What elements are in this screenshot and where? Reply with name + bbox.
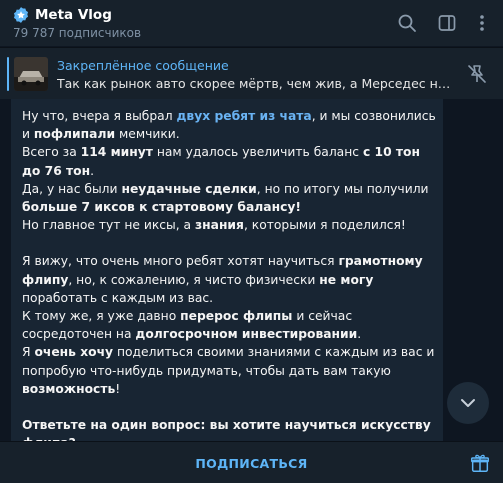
verified-icon [13, 7, 29, 23]
channel-header[interactable]: Meta Vlog 79 787 подписчиков [0, 0, 503, 46]
chevron-down-icon [461, 399, 475, 407]
pinned-message-bar[interactable]: Закреплённое сообщение Так как рынок авт… [0, 47, 503, 99]
pinned-title: Закреплённое сообщение [57, 58, 229, 73]
message-paragraph: Да, у нас были неудачные сделки, но по и… [22, 181, 429, 215]
message-paragraph: К тому же, я уже давно перерос флипы и с… [22, 309, 362, 342]
channel-title-row[interactable]: Meta Vlog [12, 6, 112, 24]
message-paragraph: Всего за 114 минут нам удалось увеличить… [22, 145, 420, 178]
sidebar-toggle-icon [438, 15, 456, 31]
pinned-text: Так как рынок авто скорее мёртв, чем жив… [57, 76, 457, 91]
sidebar-toggle-button[interactable] [436, 12, 458, 34]
scroll-down-button[interactable] [447, 382, 489, 424]
subscriber-count: 79 787 подписчиков [13, 26, 142, 40]
channel-title: Meta Vlog [35, 7, 112, 23]
message-paragraph: Я вижу, что очень много ребят хотят науч… [22, 254, 423, 305]
message-paragraph: Ну что, вчера я выбрал двух ребят из чат… [22, 109, 436, 142]
pinned-thumbnail [14, 57, 48, 91]
pinned-indicator [7, 57, 9, 91]
car-thumbnail-icon [14, 57, 48, 91]
message-text: Ну что, вчера я выбрал двух ребят из чат… [22, 107, 436, 441]
unpin-icon[interactable] [465, 62, 489, 86]
message-paragraph: Я очень хочу поделиться своими знаниями … [22, 345, 435, 396]
more-icon [480, 15, 484, 31]
message-paragraph: Но главное тут не иксы, а знания, которы… [22, 218, 406, 233]
message-paragraph: Ответьте на один вопрос: вы хотите научи… [22, 418, 431, 441]
gift-icon[interactable] [469, 452, 491, 474]
chat-area[interactable]: Ну что, вчера я выбрал двух ребят из чат… [0, 99, 503, 441]
search-icon [398, 14, 416, 32]
more-button[interactable] [471, 12, 493, 34]
bottom-bar: ПОДПИСАТЬСЯ [0, 441, 503, 483]
mention-link[interactable]: двух ребят из чата [177, 109, 312, 123]
subscribe-button[interactable]: ПОДПИСАТЬСЯ [0, 442, 503, 483]
search-button[interactable] [396, 12, 418, 34]
